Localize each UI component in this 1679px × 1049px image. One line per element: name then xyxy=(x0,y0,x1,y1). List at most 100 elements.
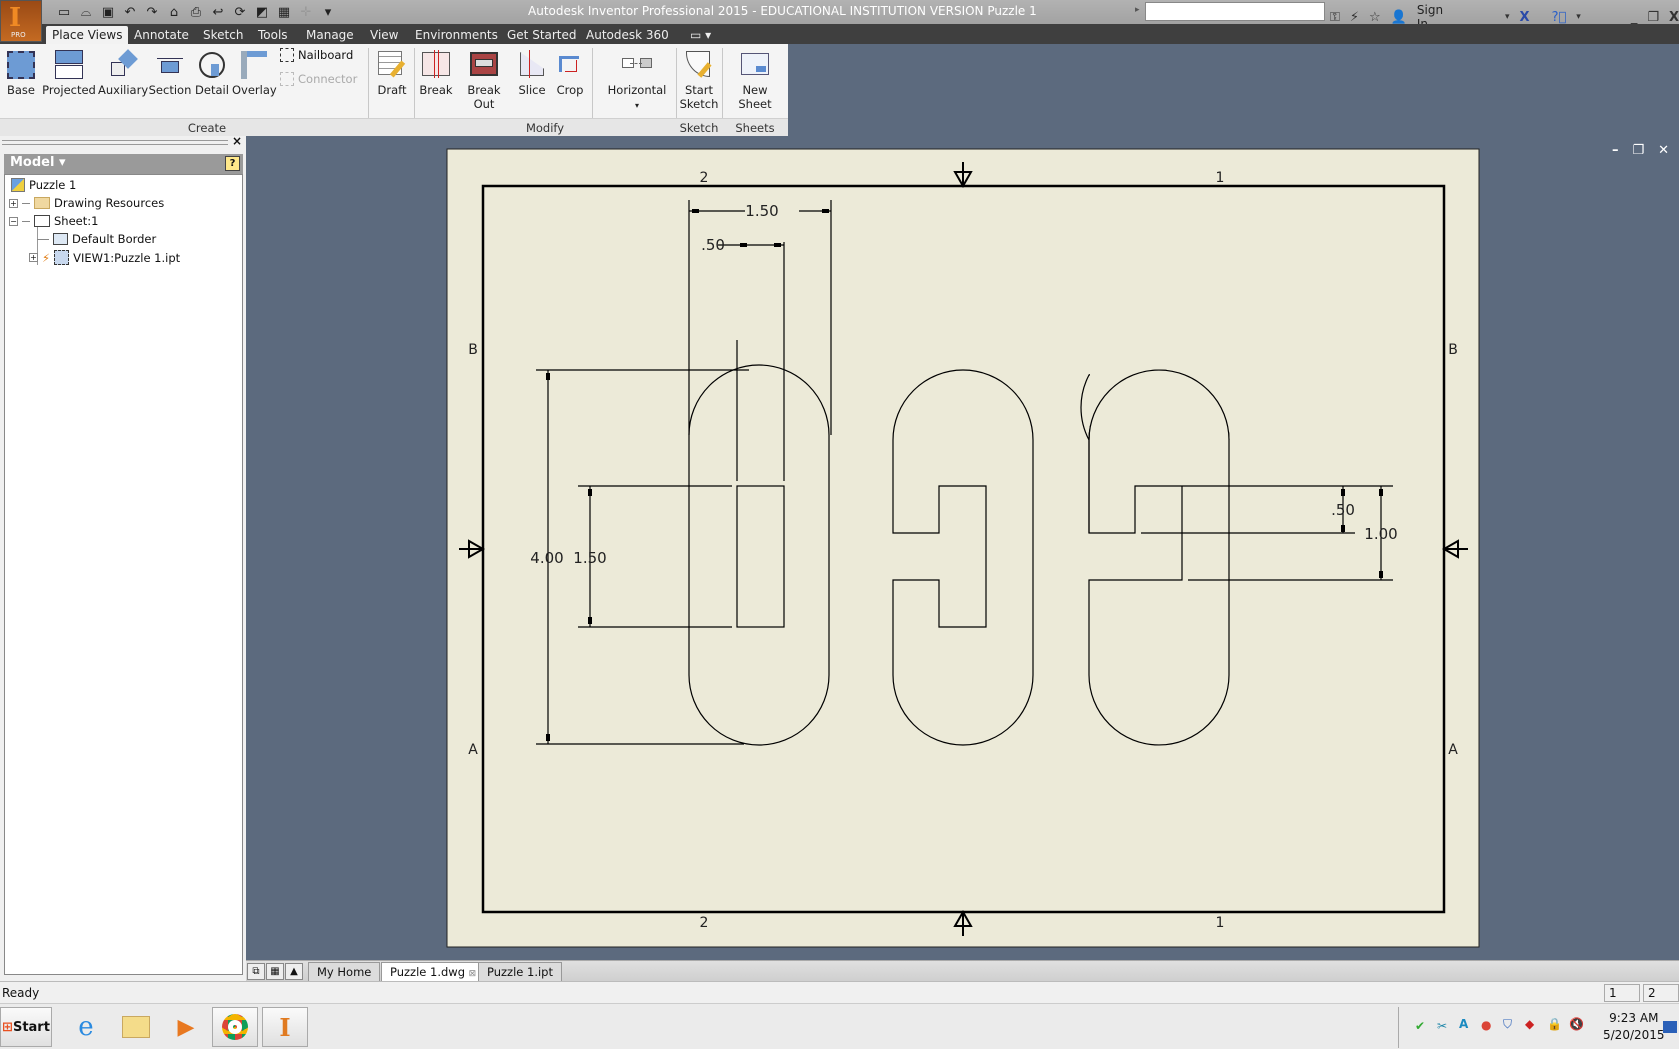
application-menu-button[interactable]: I PRO xyxy=(0,0,42,42)
network-tools-icon[interactable]: ✂ xyxy=(1437,1019,1447,1033)
start-button[interactable]: ⊞ Start xyxy=(0,1007,52,1047)
browser-help-icon[interactable]: ? xyxy=(225,156,240,171)
projected-view-button[interactable]: Projected xyxy=(42,48,96,97)
minimize-window-icon[interactable]: _ xyxy=(1631,10,1638,25)
break-button[interactable]: Break xyxy=(419,48,453,97)
tree-item-default-border[interactable]: Default Border xyxy=(37,232,156,246)
inventor-taskbar-icon: I xyxy=(279,1012,291,1042)
taskbar-chrome[interactable] xyxy=(212,1007,258,1047)
ribbon-display-toggle-icon[interactable]: ▭ ▾ xyxy=(684,26,717,44)
tab-tools[interactable]: Tools xyxy=(252,26,294,44)
help-icon[interactable]: ?⃝ xyxy=(1552,10,1567,25)
exchange-apps-icon[interactable]: X xyxy=(1520,10,1530,25)
browser-title[interactable]: Model ▾ xyxy=(10,155,66,170)
close-window-icon[interactable]: X xyxy=(1669,10,1679,25)
help-dropdown-icon[interactable]: ▾ xyxy=(1576,12,1581,22)
slice-button[interactable]: Slice xyxy=(515,48,549,97)
dimension-left-slot: 1.50 xyxy=(573,549,606,567)
taskbar-explorer[interactable] xyxy=(113,1007,159,1047)
add-icon[interactable]: ✛ xyxy=(298,5,314,20)
sync-check-icon[interactable]: ✔ xyxy=(1415,1019,1425,1033)
new-icon[interactable]: ▭ xyxy=(56,5,72,20)
break-out-button[interactable]: Break Out xyxy=(456,48,512,111)
browser-header[interactable]: Model ▾ ? xyxy=(4,154,243,174)
show-desktop-icon[interactable] xyxy=(1663,1021,1677,1033)
tree-item-puzzle-1[interactable]: Puzzle 1 xyxy=(11,178,76,192)
undo-icon[interactable]: ↶ xyxy=(122,5,138,20)
tab-get-started[interactable]: Get Started xyxy=(501,26,583,44)
sign-in-dropdown-icon[interactable]: ▾ xyxy=(1505,12,1510,22)
expand-icon[interactable]: + xyxy=(29,253,38,262)
restore-window-icon[interactable]: ❐ xyxy=(1647,10,1659,25)
taskbar-ie[interactable]: e xyxy=(63,1007,109,1047)
modify-panel-label: Modify xyxy=(414,118,676,136)
tab-manage[interactable]: Manage xyxy=(300,26,360,44)
connector-button[interactable]: Connector xyxy=(280,72,357,86)
shield-5-icon[interactable]: ⛉ xyxy=(1503,1017,1512,1032)
overlay-view-button[interactable]: Overlay xyxy=(232,48,277,97)
browser-drag-handle[interactable] xyxy=(2,140,228,145)
help-search-input[interactable] xyxy=(1145,2,1325,21)
chrome-tray-icon[interactable]: ● xyxy=(1481,1018,1491,1032)
new-sheet-button[interactable]: New Sheet xyxy=(726,48,784,111)
section-view-button[interactable]: Section xyxy=(148,48,192,97)
projected-view-icon xyxy=(52,48,86,80)
tab-sketch[interactable]: Sketch xyxy=(197,26,249,44)
update-icon[interactable]: ⟳ xyxy=(232,5,248,20)
browser-close-icon[interactable]: × xyxy=(232,134,242,148)
crop-button[interactable]: Crop xyxy=(553,48,587,97)
taskbar-media-player[interactable]: ▶ xyxy=(163,1007,209,1047)
collapse-icon[interactable]: − xyxy=(9,216,18,226)
horizontal-dropdown-icon[interactable]: ▾ xyxy=(635,101,639,110)
tile-windows-icon[interactable]: ▦ xyxy=(266,963,284,980)
tab-close-icon[interactable]: ⊠ xyxy=(469,969,477,979)
security-alert-icon[interactable]: ◆ xyxy=(1525,1017,1534,1031)
cascade-windows-icon[interactable]: ⧉ xyxy=(247,963,265,980)
doc-tab-my-home[interactable]: My Home xyxy=(308,962,381,981)
tab-view[interactable]: View xyxy=(364,26,404,44)
drawing-sheet xyxy=(446,148,1480,948)
autodesk-tray-icon[interactable]: A xyxy=(1459,1017,1468,1031)
clock[interactable]: 9:23 AM 5/20/2015 xyxy=(1603,1010,1665,1044)
tree-item-view1[interactable]: + ⚡ VIEW1:Puzzle 1.ipt xyxy=(29,250,180,265)
base-view-button[interactable]: Base xyxy=(4,48,38,97)
graphics-window[interactable]: – ❐ ✕ 2 1 2 1 B A B A 1.50 .50 4.00 1.50… xyxy=(246,143,1679,960)
tab-environments[interactable]: Environments xyxy=(409,26,504,44)
redo-icon[interactable]: ↷ xyxy=(144,5,160,20)
key-icon[interactable]: ⚿ xyxy=(1330,10,1340,25)
drawing-sheet-canvas[interactable]: 2 1 2 1 B A B A 1.50 .50 4.00 1.50 .50 1… xyxy=(246,143,1679,960)
doc-tab-puzzle-ipt[interactable]: Puzzle 1.ipt xyxy=(478,962,562,981)
overlay-view-icon xyxy=(237,48,271,80)
start-sketch-button[interactable]: Start Sketch xyxy=(679,48,719,111)
tab-autodesk-360[interactable]: Autodesk 360 xyxy=(580,26,675,44)
taskbar-inventor[interactable]: I xyxy=(262,1007,308,1047)
tree-item-drawing-resources[interactable]: + Drawing Resources xyxy=(9,196,164,210)
auxiliary-view-button[interactable]: Auxiliary xyxy=(98,48,148,97)
subscription-icon[interactable]: ⚡ xyxy=(1350,10,1359,25)
tab-place-views[interactable]: Place Views xyxy=(46,26,129,44)
customize-icon[interactable]: ▾ xyxy=(320,5,336,20)
ribbon-panel: Base Projected Auxiliary Section Detail … xyxy=(0,44,788,136)
detail-view-button[interactable]: Detail xyxy=(193,48,231,97)
system-tray: ✔ ✂ A ● ⛉ ◆ 🔒 🔇 9:23 AM 5/20/2015 xyxy=(1398,1007,1679,1048)
tab-annotate[interactable]: Annotate xyxy=(128,26,195,44)
vpn-lock-icon[interactable]: 🔒 xyxy=(1547,1017,1562,1031)
tree-item-sheet-1[interactable]: − Sheet:1 xyxy=(9,214,98,228)
home-icon[interactable]: ⌂ xyxy=(166,5,182,20)
tab-list-up-icon[interactable]: ▲ xyxy=(285,963,303,980)
save-icon[interactable]: ▣ xyxy=(100,5,116,20)
doc-tab-puzzle-dwg[interactable]: Puzzle 1.dwg ⊠ xyxy=(381,962,486,981)
search-expand-icon[interactable]: ▸ xyxy=(1135,5,1140,15)
measure-icon[interactable]: ◩ xyxy=(254,5,270,20)
return-icon[interactable]: ↩ xyxy=(210,5,226,20)
open-icon[interactable]: ⌓ xyxy=(78,5,94,20)
expand-icon[interactable]: + xyxy=(9,198,18,208)
nailboard-button[interactable]: Nailboard xyxy=(280,48,353,62)
appearance-icon[interactable]: ▦ xyxy=(276,5,292,20)
draft-view-button[interactable]: Draft xyxy=(374,48,410,97)
horizontal-align-button[interactable]: Horizontal ▾ xyxy=(604,48,670,111)
user-icon[interactable]: 👤 xyxy=(1391,10,1407,25)
print-icon[interactable]: ⎙ xyxy=(188,5,204,20)
volume-muted-icon[interactable]: 🔇 xyxy=(1569,1017,1584,1031)
favorites-star-icon[interactable]: ☆ xyxy=(1369,10,1381,25)
